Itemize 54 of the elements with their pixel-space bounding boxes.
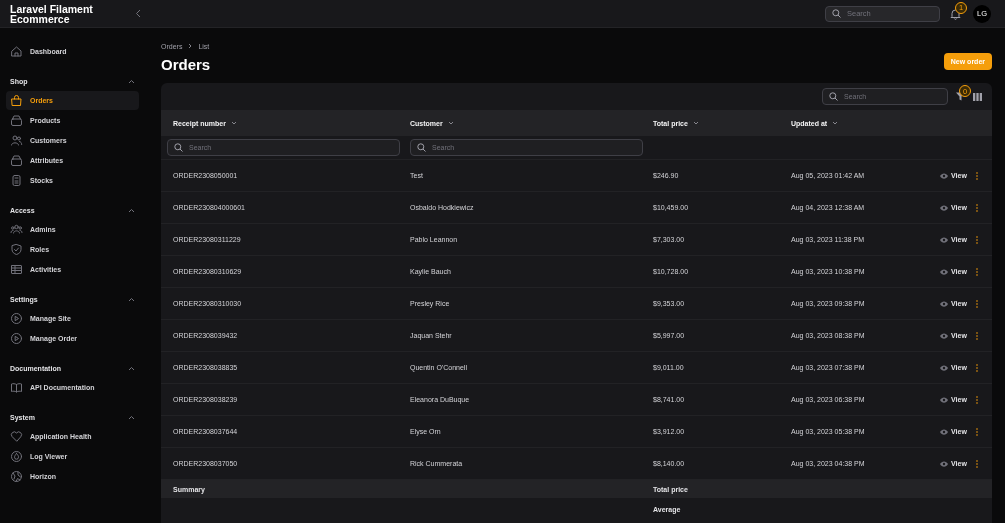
shield-icon [10,243,23,256]
eye-icon [940,396,948,403]
search-icon [829,92,838,101]
eye-icon [940,300,948,307]
table-icon [10,263,23,276]
eye-icon [940,204,948,211]
search-icon [832,9,841,18]
user-group-icon [10,223,23,236]
sort-chevron-icon[interactable] [230,121,237,125]
eye-icon [940,428,948,435]
more-options-icon[interactable] [975,203,978,212]
box-icon [10,114,23,127]
chevron-left-icon[interactable] [135,9,141,18]
users-icon [10,134,23,147]
eye-icon [940,236,948,243]
eye-icon [940,364,948,371]
eye-icon [940,268,948,275]
play-circle-icon [10,332,23,345]
flame-icon [10,450,23,463]
more-options-icon[interactable] [975,267,978,276]
chevron-icon[interactable] [128,414,135,420]
eye-icon [940,460,948,467]
chevron-icon[interactable] [128,296,135,302]
chevron-right-icon [188,43,193,49]
more-options-icon[interactable] [975,363,978,372]
box-icon [10,154,23,167]
chevron-icon[interactable] [128,207,135,213]
more-options-icon[interactable] [975,459,978,468]
brand-title: Laravel Filament Ecommerce [10,3,94,24]
globe-icon [10,470,23,483]
play-circle-icon [10,312,23,325]
more-options-icon[interactable] [975,171,978,180]
bell-icon[interactable] [950,7,961,20]
more-options-icon[interactable] [975,235,978,244]
sort-chevron-icon[interactable] [832,121,839,125]
eye-icon [940,332,948,339]
more-options-icon[interactable] [975,427,978,436]
search-icon [174,143,183,152]
book-icon [10,381,23,394]
chevron-icon[interactable] [128,365,135,371]
more-options-icon[interactable] [975,395,978,404]
more-options-icon[interactable] [975,299,978,308]
sort-chevron-icon[interactable] [692,121,699,125]
sort-chevron-icon[interactable] [447,121,454,125]
page-title: Orders [161,56,211,74]
shopping-bag-icon [10,94,23,107]
chevron-icon[interactable] [128,78,135,84]
eye-icon [940,172,948,179]
house-icon [10,45,23,58]
more-options-icon[interactable] [975,331,978,340]
calculator-icon [10,174,23,187]
search-icon [417,143,426,152]
heart-icon [10,430,23,443]
columns-icon[interactable] [973,92,982,101]
